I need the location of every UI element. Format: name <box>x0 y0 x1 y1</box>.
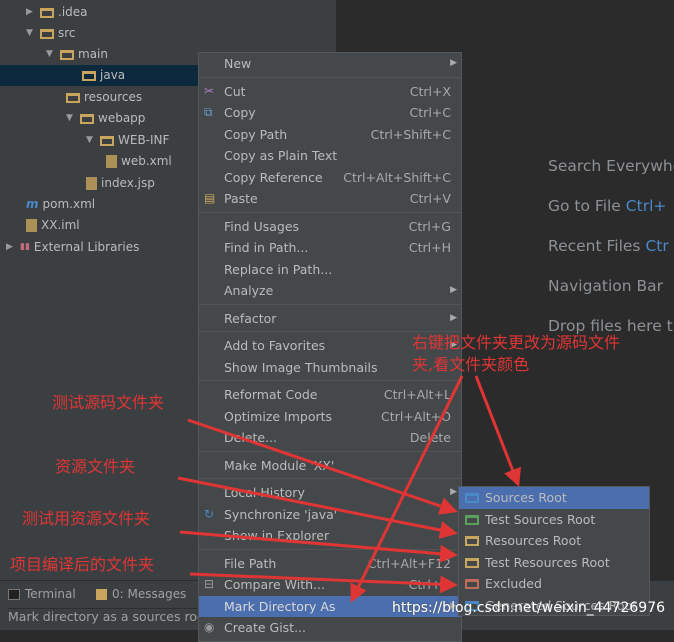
arrow-resources <box>177 476 458 539</box>
arrow-test-resources <box>179 530 458 563</box>
arrow-mark-directory <box>350 375 464 603</box>
watermark: https://blog.csdn.net/weixin_44726976 <box>392 600 666 616</box>
arrow-test-sources <box>187 418 458 515</box>
annotation-arrows <box>177 375 521 603</box>
note-line-1: 右键把文件夹更改为源码文件 <box>412 333 621 352</box>
note-test-resources: 测试用资源文件夹 <box>22 509 151 528</box>
note-resources: 资源文件夹 <box>55 457 136 476</box>
note-excluded: 项目编译后的文件夹 <box>10 555 155 574</box>
note-line-2: 夹,看文件夹颜色 <box>412 355 530 374</box>
note-right-click: 右键把文件夹更改为源码文件 夹,看文件夹颜色 <box>412 332 620 376</box>
arrow-excluded <box>189 572 458 594</box>
arrow-sources-root <box>474 375 521 487</box>
note-test-sources: 测试源码文件夹 <box>52 393 165 412</box>
